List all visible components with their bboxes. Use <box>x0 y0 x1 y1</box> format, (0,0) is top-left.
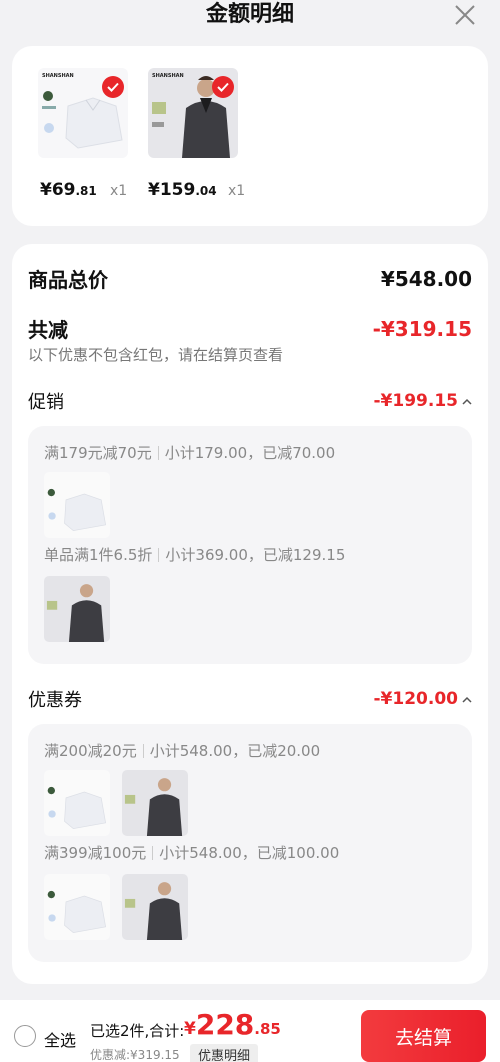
promotion-amount: -¥199.15 <box>374 391 473 411</box>
rule-name: 满200减20元 <box>44 742 137 760</box>
price-decimal: .81 <box>75 184 97 198</box>
checkout-button[interactable]: 去结算 <box>361 1010 486 1062</box>
coupon-amount: -¥120.00 <box>374 689 473 709</box>
product-mini-thumb <box>44 472 110 538</box>
product-qty: x1 <box>110 183 128 199</box>
product-mini-thumb <box>44 576 110 642</box>
product-thumbnail[interactable]: SHANSHAN <box>148 68 238 158</box>
product-mini-thumb <box>122 770 188 836</box>
select-all-label[interactable]: 全选 <box>44 1027 76 1051</box>
product-thumbnail[interactable]: SHANSHAN <box>38 68 128 158</box>
total-integer: 228 <box>195 1008 255 1041</box>
total-row: 商品总价 ¥548.00 <box>28 264 472 293</box>
coupon-header[interactable]: 优惠券 -¥120.00 <box>28 686 472 712</box>
promotion-rule: 满179元减70元 小计179.00，已减70.00 <box>44 442 335 463</box>
chevron-up-icon[interactable] <box>462 398 472 405</box>
product-mini-thumb <box>122 874 188 940</box>
rule-detail: 小计548.00，已减20.00 <box>149 742 321 760</box>
rule-name: 单品满1件6.5折 <box>44 546 153 564</box>
discount-summary: 优惠减:¥319.15 <box>90 1048 180 1062</box>
total-label: 商品总价 <box>28 268 108 292</box>
product-price: ¥69.81 <box>40 180 97 200</box>
product-card: SHANSHAN ¥69.81 x1 SHANSHAN ¥159.04 x1 <box>12 46 488 226</box>
reduce-value: -¥319.15 <box>372 316 472 341</box>
promotion-rule: 单品满1件6.5折 小计369.00，已减129.15 <box>44 544 345 565</box>
rule-name: 满179元减70元 <box>44 444 152 462</box>
product-price: ¥159.04 <box>148 180 217 200</box>
brand-text: SHANSHAN <box>42 73 74 79</box>
page-title: 金额明细 <box>205 2 294 27</box>
reduce-row: 共减 -¥319.15 <box>28 314 472 343</box>
rule-detail: 小计179.00，已减70.00 <box>164 444 336 462</box>
total-value: ¥548.00 <box>380 266 472 291</box>
close-icon[interactable] <box>452 2 478 28</box>
rule-name: 满399减100元 <box>44 844 147 862</box>
brand-text: SHANSHAN <box>152 73 184 79</box>
price-details-card: 商品总价 ¥548.00 共减 -¥319.15 以下优惠不包含红包，请在结算页… <box>12 244 488 984</box>
promotion-amount-text: -¥199.15 <box>373 391 459 411</box>
checkout-bar: 全选 已选2件,合计: ¥228.85 优惠减:¥319.15 优惠明细 去结算 <box>0 1000 500 1062</box>
price-integer: ¥159 <box>148 180 196 200</box>
discount-detail-button[interactable]: 优惠明细 <box>190 1044 259 1062</box>
total-price: ¥228.85 <box>184 1008 281 1041</box>
product-item[interactable]: SHANSHAN <box>38 68 128 158</box>
selected-check-icon[interactable] <box>102 76 124 98</box>
price-integer: ¥69 <box>40 180 76 200</box>
total-decimal: .85 <box>254 1020 281 1038</box>
chevron-up-icon[interactable] <box>462 696 472 703</box>
selected-count: 已选2件,合计: <box>90 1022 185 1040</box>
selected-check-icon[interactable] <box>212 76 234 98</box>
price-decimal: .04 <box>195 184 217 198</box>
product-qty: x1 <box>228 183 246 199</box>
header: 金额明细 <box>0 0 500 40</box>
coupon-label: 优惠券 <box>28 690 82 711</box>
discount-note: 以下优惠不包含红包，请在结算页查看 <box>28 346 284 364</box>
select-all-radio[interactable] <box>14 1025 36 1047</box>
product-mini-thumb <box>44 874 110 940</box>
product-item[interactable]: SHANSHAN <box>148 68 238 158</box>
promotion-label: 促销 <box>28 392 64 413</box>
coupon-rule: 满399减100元 小计548.00，已减100.00 <box>44 842 339 863</box>
product-mini-thumb <box>44 770 110 836</box>
coupon-amount-text: -¥120.00 <box>373 689 459 709</box>
currency-symbol: ¥ <box>184 1019 196 1039</box>
rule-detail: 小计369.00，已减129.15 <box>165 546 346 564</box>
rule-detail: 小计548.00，已减100.00 <box>159 844 340 862</box>
reduce-label: 共减 <box>28 318 68 342</box>
promotion-box: 满179元减70元 小计179.00，已减70.00 单品满1件6.5折 小计369… <box>28 426 472 664</box>
coupon-box: 满200减20元 小计548.00，已减20.00 满399减100元 小计548.… <box>28 724 472 962</box>
coupon-rule: 满200减20元 小计548.00，已减20.00 <box>44 740 320 761</box>
promotion-header[interactable]: 促销 -¥199.15 <box>28 388 472 414</box>
